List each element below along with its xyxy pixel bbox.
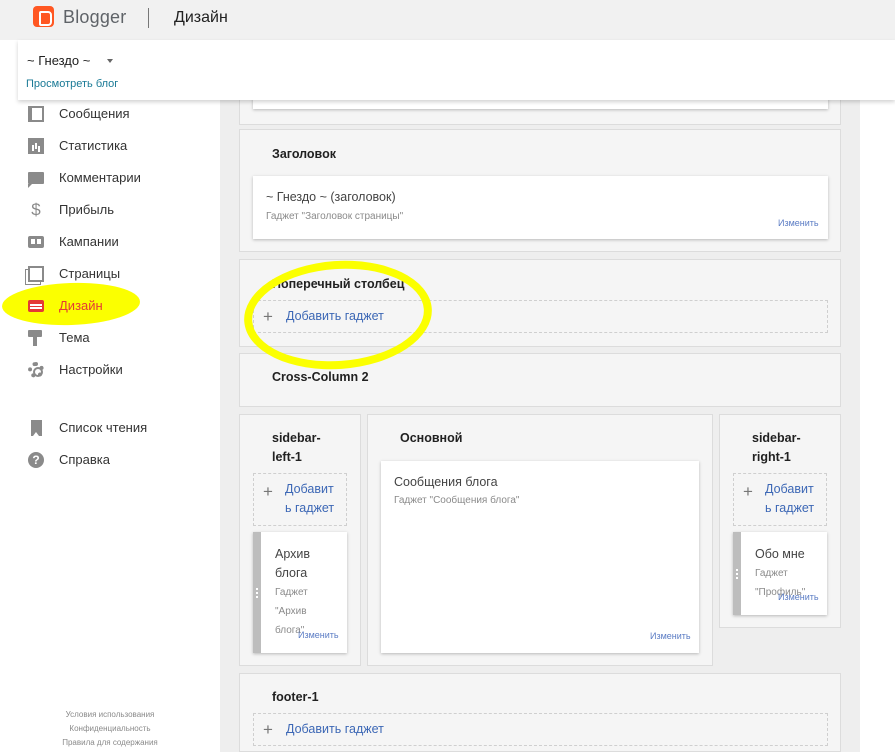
add-gadget-button[interactable]: + Добавит ь гаджет [733,473,827,526]
posts-icon [28,106,44,122]
plus-icon: + [743,482,753,501]
nav-item-label: Комментарии [59,170,141,185]
section-title: Cross-Column 2 [272,370,369,384]
nav-item-label: Список чтения [59,420,148,435]
campaigns-icon [28,236,44,248]
nav-item-label: Справка [59,452,110,467]
layout-section-sidebar-left: sidebar- left-1 + Добавит ь гаджет Архив… [239,414,361,666]
layout-section-header: Заголовок ~ Гнездо ~ (заголовок) Гаджет … [239,129,841,252]
layout-section-main: Основной Сообщения блога Гаджет "Сообщен… [367,414,713,666]
gadget-card-archive[interactable]: Архив блога Гаджет "Архив блога" Изменит… [253,532,347,653]
footer-links: Условия использования Конфиденциальность… [0,708,220,750]
theme-icon [28,330,42,346]
add-gadget-label: Добавить гаджет [286,722,384,736]
nav-item-help[interactable]: ? Справка [28,450,218,470]
add-gadget-label: Добавит ь гаджет [285,480,334,518]
nav-item-label: Прибыль [59,202,114,217]
gadget-subtitle: Гаджет "Сообщения блога" [394,495,520,506]
nav-item-label: Сообщения [59,106,130,121]
section-title-line: sidebar- [752,431,801,445]
gadget-card-header[interactable]: ~ Гнездо ~ (заголовок) Гаджет "Заголовок… [253,176,828,239]
reading-list-icon [31,420,42,436]
gadget-subtitle-line: Гаджет [755,568,788,579]
add-gadget-button[interactable]: + Добавит ь гаджет [253,473,347,526]
gadget-title: Сообщения блога [394,475,498,489]
layout-section-footer: footer-1 + Добавить гаджет [239,673,841,752]
nav-item-pages[interactable]: Страницы [28,264,218,284]
plus-icon: + [263,482,273,501]
section-title: footer-1 [272,690,319,704]
layout-icon [28,300,44,312]
gadget-title-line: Архив [275,547,311,561]
section-title: sidebar- right-1 [752,429,801,467]
nav-item-label: Кампании [59,234,119,249]
blogger-logo-icon[interactable] [33,6,54,27]
help-icon: ? [28,452,44,468]
gadget-title: Архив блога [275,545,310,583]
gadget-title: ~ Гнездо ~ (заголовок) [266,190,396,204]
gadget-subtitle: Гаджет "Заголовок страницы" [266,211,404,222]
nav-item-label: Статистика [59,138,128,153]
nav-item-layout[interactable]: Дизайн [28,296,218,316]
nav-item-settings[interactable]: Настройки [28,360,218,380]
edit-link[interactable]: Изменить [650,631,691,641]
gadget-title-line: блога [275,566,308,580]
drag-handle-icon[interactable] [253,532,261,653]
nav-item-stats[interactable]: Статистика [28,136,218,156]
plus-icon: + [263,720,273,739]
section-title-line: left-1 [272,450,302,464]
add-gadget-label-line: Добавит [285,482,334,496]
section-title-line: sidebar- [272,431,321,445]
terms-link[interactable]: Условия использования [0,708,220,722]
blog-selector[interactable]: ~ Гнездо ~ [27,53,90,68]
nav-item-posts[interactable]: Сообщения [28,104,218,124]
nav-item-comments[interactable]: Комментарии [28,168,218,188]
section-title: Заголовок [272,147,336,161]
nav-item-label: Тема [59,330,90,345]
add-gadget-label-line: ь гаджет [765,501,815,515]
stats-icon [28,138,44,154]
section-title-line: right-1 [752,450,791,464]
section-title: sidebar- left-1 [272,429,321,467]
edit-link[interactable]: Изменить [778,218,819,228]
nav-item-earnings[interactable]: $ Прибыль [28,200,218,220]
view-blog-link[interactable]: Просмотреть блог [26,78,118,90]
gadget-card-blog-posts[interactable]: Сообщения блога Гаджет "Сообщения блога"… [381,461,699,653]
nav-item-theme[interactable]: Тема [28,328,218,348]
page-title: Дизайн [174,9,228,26]
add-gadget-label-line: Добавит [765,482,814,496]
section-title: Основной [400,431,463,445]
layout-section-top [239,96,841,125]
comments-icon [28,172,44,188]
gadget-subtitle-line: "Архив [275,606,307,617]
earnings-icon: $ [31,200,41,219]
blog-selector-bar: ~ Гнездо ~ Просмотреть блог [18,40,895,100]
layout-section-sidebar-right: sidebar- right-1 + Добавит ь гаджет Обо … [719,414,841,628]
gadget-card-profile[interactable]: Обо мне Гаджет "Профиль" Изменить [733,532,827,615]
chevron-down-icon[interactable] [107,59,113,63]
pages-icon [28,266,44,282]
gadget-title: Обо мне [755,547,805,561]
top-bar: Blogger Дизайн [0,0,895,40]
nav-item-label: Страницы [59,266,121,281]
content-policy-link[interactable]: Правила для содержания [0,736,220,750]
edit-link[interactable]: Изменить [778,592,819,602]
brand-name[interactable]: Blogger [63,7,126,28]
nav-item-reading-list[interactable]: Список чтения [28,418,218,438]
gadget-subtitle-line: Гаджет [275,587,308,598]
nav-item-label: Дизайн [59,298,103,313]
add-gadget-label: Добавит ь гаджет [765,480,814,518]
privacy-link[interactable]: Конфиденциальность [0,722,220,736]
add-gadget-button[interactable]: + Добавить гаджет [253,713,828,746]
nav-item-campaigns[interactable]: Кампании [28,232,218,252]
drag-handle-icon[interactable] [733,532,741,615]
divider [148,8,149,28]
edit-link[interactable]: Изменить [298,630,339,640]
settings-icon [28,362,44,378]
add-gadget-label-line: ь гаджет [285,501,335,515]
nav-item-label: Настройки [59,362,123,377]
